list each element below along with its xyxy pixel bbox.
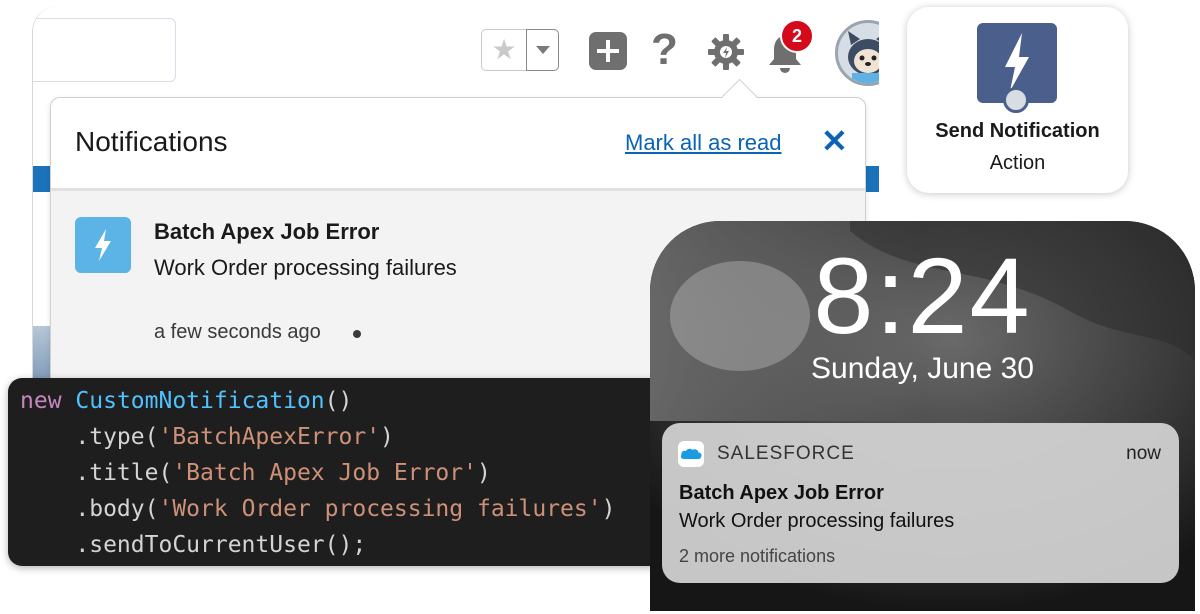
code-line-1: new CustomNotification() bbox=[20, 388, 352, 414]
code-string: 'BatchApexError' bbox=[158, 424, 381, 450]
push-body: Work Order processing failures bbox=[679, 510, 955, 532]
code-method: .type( bbox=[20, 424, 159, 450]
code-method: .title( bbox=[20, 460, 173, 486]
code-string: 'Work Order processing failures' bbox=[158, 496, 602, 522]
code-class-name: CustomNotification bbox=[75, 388, 325, 414]
favorites-group: ★ bbox=[481, 29, 559, 71]
cloud-icon bbox=[680, 448, 702, 460]
code-punct: () bbox=[324, 388, 353, 414]
code-keyword: new bbox=[20, 388, 62, 414]
chevron-down-icon bbox=[536, 46, 550, 54]
salesforce-cloud-icon bbox=[678, 441, 704, 467]
code-line-3: .title('Batch Apex Job Error') bbox=[20, 460, 491, 486]
code-line-2: .type('BatchApexError') bbox=[20, 424, 394, 450]
notification-timestamp: a few seconds ago bbox=[154, 321, 321, 343]
code-punct: ) bbox=[476, 460, 491, 486]
code-punct: ) bbox=[601, 496, 616, 522]
connector-node-icon bbox=[1003, 87, 1029, 113]
action-title: Send Notification bbox=[935, 120, 1100, 142]
lightning-icon bbox=[95, 229, 111, 261]
push-timestamp: now bbox=[1126, 443, 1161, 464]
notifications-title: Notifications bbox=[75, 126, 228, 157]
push-notification[interactable]: SALESFORCE now Batch Apex Job Error Work… bbox=[662, 423, 1179, 583]
code-punct: ) bbox=[380, 424, 394, 450]
notification-body: Work Order processing failures bbox=[154, 255, 457, 280]
push-app-name: SALESFORCE bbox=[717, 443, 855, 464]
code-line-5: .sendToCurrentUser(); bbox=[20, 532, 366, 558]
notifications-header: Notifications Mark all as read ✕ bbox=[51, 98, 865, 191]
code-method: .sendToCurrentUser(); bbox=[20, 532, 367, 558]
action-subtitle: Action bbox=[989, 152, 1046, 174]
avatar[interactable] bbox=[835, 20, 879, 86]
add-icon[interactable] bbox=[589, 32, 627, 70]
unread-dot bbox=[353, 330, 361, 338]
brand-strip-right bbox=[865, 166, 879, 192]
notification-title: Batch Apex Job Error bbox=[154, 219, 380, 244]
close-icon[interactable]: ✕ bbox=[821, 124, 848, 158]
mark-all-read-link[interactable]: Mark all as read bbox=[625, 130, 782, 156]
code-string: 'Batch Apex Job Error' bbox=[172, 460, 477, 486]
code-method: .body( bbox=[20, 496, 159, 522]
lock-screen-date: Sunday, June 30 bbox=[811, 352, 1034, 385]
push-title: Batch Apex Job Error bbox=[679, 482, 884, 504]
send-notification-action-card[interactable]: Send Notification Action bbox=[907, 7, 1128, 193]
help-icon[interactable]: ? bbox=[651, 26, 678, 74]
global-search-box[interactable] bbox=[33, 18, 176, 82]
notification-count-badge: 2 bbox=[780, 19, 814, 53]
gear-icon[interactable] bbox=[706, 32, 746, 72]
push-more-count: 2 more notifications bbox=[679, 546, 836, 566]
code-line-4: .body('Work Order processing failures') bbox=[20, 496, 615, 522]
phone-lock-screen: 8:24 Sunday, June 30 SALESFORCE now Batc… bbox=[650, 221, 1195, 611]
astro-avatar-icon bbox=[848, 31, 879, 83]
star-icon[interactable]: ★ bbox=[481, 29, 527, 71]
lock-screen-time: 8:24 bbox=[813, 235, 1032, 356]
notification-type-icon bbox=[75, 217, 131, 273]
favorites-dropdown-button[interactable] bbox=[526, 29, 559, 71]
apex-code-block: new CustomNotification() .type('BatchApe… bbox=[8, 378, 665, 566]
